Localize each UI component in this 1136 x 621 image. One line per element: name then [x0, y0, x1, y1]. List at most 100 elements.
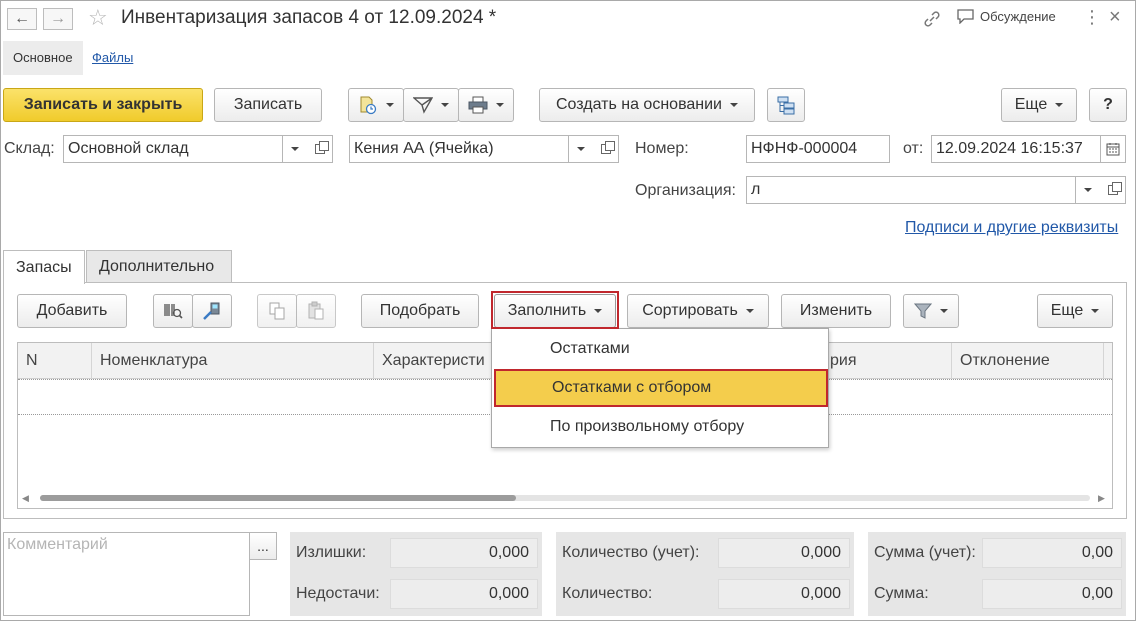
copy-button[interactable] [257, 294, 297, 328]
structure-button[interactable] [767, 88, 805, 122]
number-field[interactable]: НФНФ-000004 [746, 135, 890, 163]
scanner-icon [202, 301, 222, 321]
filter-icon [914, 303, 932, 319]
paste-button[interactable] [296, 294, 336, 328]
organization-open-button[interactable] [1100, 176, 1126, 204]
cell-open-button[interactable] [593, 135, 619, 163]
comment-field[interactable]: Комментарий [3, 532, 250, 616]
discussion-label: Обсуждение [980, 9, 1056, 24]
chevron-down-icon [1091, 309, 1100, 313]
more-vertical-icon[interactable]: ⋮ [1083, 7, 1101, 28]
comment-expand-button[interactable]: ... [249, 532, 277, 560]
chevron-down-icon [577, 147, 585, 151]
menu-item-balances[interactable]: Остатками [494, 331, 828, 367]
cell-dropdown[interactable] [568, 135, 594, 163]
scanner-button[interactable] [192, 294, 232, 328]
arrow-right-icon: → [50, 10, 66, 27]
close-icon[interactable]: × [1109, 6, 1121, 29]
favorite-star-icon[interactable]: ☆ [88, 5, 108, 31]
surplus-label: Излишки: [296, 544, 367, 561]
chevron-down-icon [441, 103, 449, 107]
create-based-on-button[interactable]: Создать на основании [539, 88, 755, 122]
copy-icon [267, 301, 287, 321]
tab-main[interactable]: Основное [3, 41, 83, 75]
barcode-search-icon [163, 301, 183, 321]
fill-button-highlight [491, 291, 619, 329]
arrow-left-icon: ← [14, 10, 30, 27]
warehouse-label: Склад: [4, 140, 55, 157]
sum-accounting-label: Сумма (учет): [874, 544, 976, 561]
menu-item-balances-filtered[interactable]: Остатками с отбором [494, 369, 828, 407]
window-title: Инвентаризация запасов 4 от 12.09.2024 * [121, 7, 497, 28]
table-more-label: Еще [1050, 302, 1084, 319]
organization-label: Организация: [635, 182, 736, 199]
chevron-down-icon [496, 103, 504, 107]
print-dropdown-button[interactable] [458, 88, 514, 122]
back-button[interactable]: ← [7, 8, 37, 30]
quantity-accounting-label: Количество (учет): [562, 544, 700, 561]
warehouse-field[interactable]: Основной склад [63, 135, 283, 163]
help-button[interactable]: ? [1089, 88, 1127, 122]
date-field[interactable]: 12.09.2024 16:15:37 [931, 135, 1101, 163]
comment-placeholder: Комментарий [7, 536, 108, 553]
change-button[interactable]: Изменить [781, 294, 891, 328]
surplus-panel: Излишки: 0,000 Недостачи: 0,000 [290, 532, 542, 616]
sum-value: 0,00 [982, 579, 1122, 609]
sort-button[interactable]: Сортировать [627, 294, 769, 328]
link-icon[interactable] [923, 10, 941, 28]
scroll-right-icon[interactable]: ▶ [1098, 493, 1105, 504]
column-nomenclature[interactable]: Номенклатура [92, 343, 374, 379]
fill-menu: Остатками Остатками с отбором По произво… [491, 328, 829, 448]
form-sections: Основное Файлы [3, 41, 1135, 75]
tab-additional[interactable]: Дополнительно [86, 250, 232, 283]
organization-dropdown[interactable] [1075, 176, 1101, 204]
document-window: ← → ☆ Инвентаризация запасов 4 от 12.09.… [0, 0, 1136, 621]
discussion-button[interactable]: Обсуждение [957, 9, 1056, 24]
warehouse-dropdown[interactable] [282, 135, 308, 163]
organization-field[interactable]: л [746, 176, 1076, 204]
barcode-search-button[interactable] [153, 294, 193, 328]
tab-files[interactable]: Файлы [82, 41, 143, 75]
quantity-panel: Количество (учет): 0,000 Количество: 0,0… [556, 532, 854, 616]
quantity-label: Количество: [562, 585, 653, 602]
pick-button[interactable]: Подобрать [361, 294, 479, 328]
forward-button[interactable]: → [43, 8, 73, 30]
column-number[interactable]: N [18, 343, 92, 379]
more-label: Еще [1014, 96, 1048, 113]
menu-item-custom-filter[interactable]: По произвольному отбору [494, 409, 828, 445]
number-label: Номер: [635, 140, 689, 157]
surplus-value: 0,000 [390, 538, 538, 568]
add-row-button[interactable]: Добавить [17, 294, 127, 328]
more-button[interactable]: Еще [1001, 88, 1077, 122]
chat-icon [957, 9, 974, 24]
scroll-left-icon[interactable]: ◀ [22, 493, 29, 504]
document-clock-icon [358, 95, 378, 115]
column-deviation[interactable]: Отклонение [952, 343, 1104, 379]
warehouse-open-button[interactable] [307, 135, 333, 163]
send-plane-icon [413, 96, 433, 114]
chevron-down-icon [386, 103, 394, 107]
shortage-label: Недостачи: [296, 585, 380, 602]
tab-inventory[interactable]: Запасы [3, 250, 85, 284]
sum-label: Сумма: [874, 585, 929, 602]
save-button[interactable]: Записать [214, 88, 322, 122]
horizontal-scrollbar-thumb[interactable] [40, 495, 516, 501]
filter-button[interactable] [903, 294, 959, 328]
chevron-down-icon [1055, 103, 1064, 107]
table-more-button[interactable]: Еще [1037, 294, 1113, 328]
report-dropdown-button[interactable] [348, 88, 404, 122]
sum-panel: Сумма (учет): 0,00 Сумма: 0,00 [868, 532, 1126, 616]
calendar-icon [1106, 142, 1120, 156]
chevron-down-icon [730, 103, 738, 107]
signatures-link[interactable]: Подписи и другие реквизиты [905, 219, 1118, 237]
open-form-icon [600, 141, 615, 154]
calendar-button[interactable] [1100, 135, 1126, 163]
send-dropdown-button[interactable] [403, 88, 459, 122]
save-and-close-button[interactable]: Записать и закрыть [3, 88, 203, 122]
shortage-value: 0,000 [390, 579, 538, 609]
quantity-value: 0,000 [718, 579, 850, 609]
sort-label: Сортировать [642, 302, 738, 319]
chevron-down-icon [291, 147, 299, 151]
cell-field[interactable]: Кения АА (Ячейка) [349, 135, 569, 163]
chevron-down-icon [940, 309, 948, 313]
